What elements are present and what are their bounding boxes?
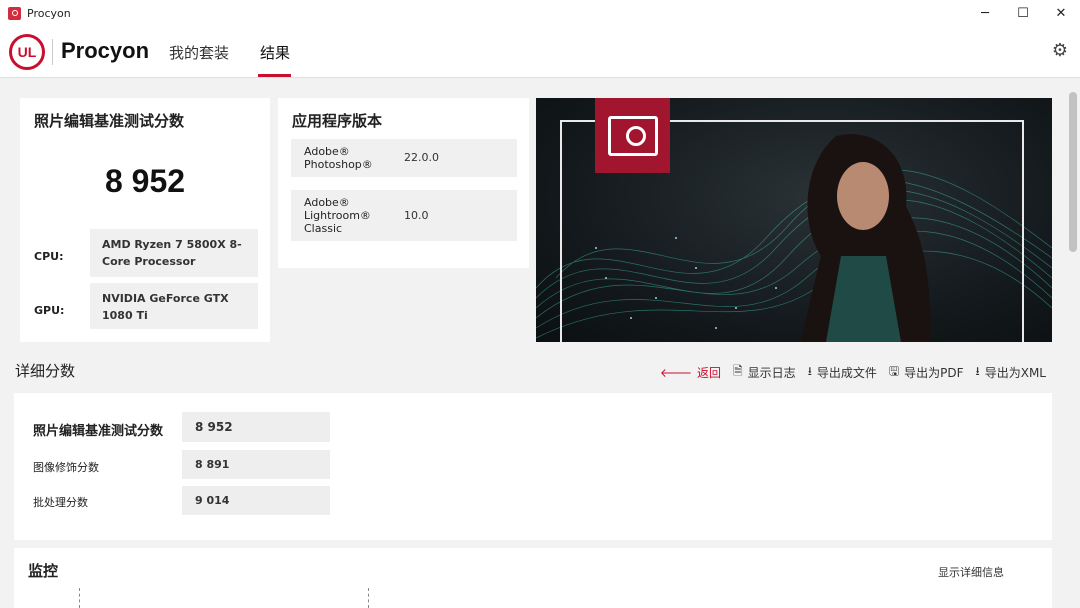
tab-results[interactable]: 结果 <box>260 42 290 63</box>
app-version: 22.0.0 <box>404 151 439 164</box>
app-header: UL Procyon 我的套装 结果 ⚙ <box>0 26 1080 78</box>
export-file-button[interactable]: ⭳ 导出成文件 <box>808 362 877 383</box>
monitoring-card: 监控 显示详细信息 <box>14 548 1052 608</box>
window-title: Procyon <box>27 6 71 20</box>
scrollbar-thumb[interactable] <box>1069 92 1077 252</box>
export-pdf-button[interactable]: 🖫 导出为PDF <box>889 362 964 383</box>
close-button[interactable]: ✕ <box>1042 0 1080 26</box>
show-details-link[interactable]: 显示详细信息 <box>938 564 1004 580</box>
tab-my-suites[interactable]: 我的套装 <box>169 42 229 63</box>
document-icon: 🗎 <box>733 364 743 378</box>
detail-row-value: 9 014 <box>182 486 330 515</box>
active-tab-indicator <box>258 74 291 77</box>
overall-score: 8 952 <box>104 163 186 199</box>
app-name: Adobe® Photoshop® <box>304 145 373 171</box>
settings-gear-icon[interactable]: ⚙ <box>1052 40 1068 61</box>
brand-divider <box>52 39 53 65</box>
detailed-scores-card: 照片编辑基准测试分数 8 952 图像修饰分数 8 891 批处理分数 9 01… <box>14 393 1052 540</box>
window-controls: ─ ☐ ✕ <box>966 0 1080 26</box>
cpu-value: AMD Ryzen 7 5800X 8-Core Processor <box>90 229 258 277</box>
hero-banner-image <box>536 98 1052 342</box>
export-xml-button[interactable]: ⭳ 导出为XML <box>976 362 1046 383</box>
score-card-title: 照片编辑基准测试分数 <box>34 112 185 130</box>
vertical-scrollbar[interactable] <box>1066 78 1080 608</box>
download-icon: ⭳ <box>807 364 812 378</box>
back-button[interactable]: 🡐 返回 <box>660 362 721 383</box>
show-log-button[interactable]: 🗎 显示日志 <box>733 362 796 383</box>
brand-name: Procyon <box>61 38 150 63</box>
app-version: 10.0 <box>404 209 429 222</box>
benchmark-score-card: 照片编辑基准测试分数 8 952 CPU: AMD Ryzen 7 5800X … <box>20 98 270 342</box>
export-file-label: 导出成文件 <box>816 366 877 380</box>
gpu-value: NVIDIA GeForce GTX 1080 Ti <box>90 283 258 329</box>
detail-row-label: 照片编辑基准测试分数 <box>33 424 164 439</box>
app-versions-card: 应用程序版本 Adobe® Photoshop® 22.0.0 Adobe® L… <box>278 98 529 268</box>
ul-logo: UL <box>9 34 45 70</box>
app-icon <box>8 6 21 20</box>
show-log-label: 显示日志 <box>747 366 796 380</box>
details-action-bar: 🡐 返回 🗎 显示日志 ⭳ 导出成文件 🖫 导出为PDF ⭳ 导出为XML <box>660 362 1046 383</box>
back-button-label: 返回 <box>697 366 722 380</box>
cpu-label: CPU: <box>34 250 64 263</box>
detail-row-label: 批处理分数 <box>33 496 88 509</box>
detail-row-value: 8 952 <box>182 412 330 442</box>
app-version-row: Adobe® Photoshop® 22.0.0 <box>291 139 517 177</box>
app-versions-title: 应用程序版本 <box>292 112 383 130</box>
export-xml-label: 导出为XML <box>984 366 1046 380</box>
app-version-row: Adobe® Lightroom® Classic 10.0 <box>291 190 517 241</box>
title-bar: Procyon ─ ☐ ✕ <box>0 0 1080 26</box>
chart-marker-line <box>368 588 369 608</box>
arrow-left-icon: 🡐 <box>659 366 692 380</box>
monitoring-title: 监控 <box>28 562 59 580</box>
minimize-button[interactable]: ─ <box>966 0 1004 26</box>
gpu-label: GPU: <box>34 304 65 317</box>
details-section-title: 详细分数 <box>15 362 76 380</box>
app-name: Adobe® Lightroom® Classic <box>304 196 371 235</box>
export-pdf-label: 导出为PDF <box>904 366 964 380</box>
download-icon: ⭳ <box>975 364 980 378</box>
photo-editing-badge-icon <box>595 98 670 173</box>
chart-marker-line <box>79 588 80 608</box>
detail-row-label: 图像修饰分数 <box>33 461 99 474</box>
detail-row-value: 8 891 <box>182 450 330 479</box>
maximize-button[interactable]: ☐ <box>1004 0 1042 26</box>
save-icon: 🖫 <box>888 364 900 378</box>
